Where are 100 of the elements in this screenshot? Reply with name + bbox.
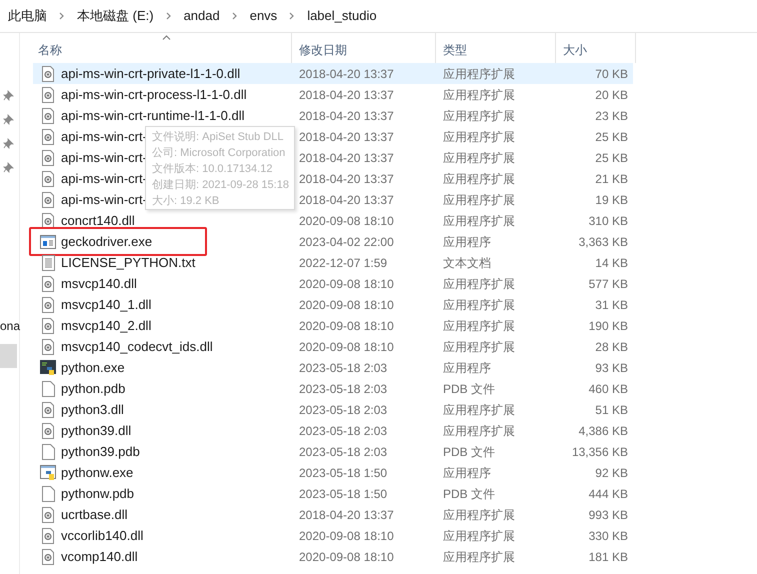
breadcrumb-item[interactable]: 本地磁盘 (E:) (77, 6, 154, 26)
file-name: python.pdb (61, 380, 126, 398)
file-name: api-ms-win-crt- (61, 148, 147, 167)
file-type: 应用程序扩展 (442, 212, 516, 230)
modified-date: 2018-04-20 13:37 (298, 128, 395, 146)
modified-date: 2020-09-08 18:10 (298, 528, 395, 544)
file-size: 20 KB (594, 86, 628, 104)
modified-date: 2020-09-08 18:10 (298, 318, 395, 334)
chevron-icon (232, 12, 238, 20)
file-name: msvcp140_1.dll (61, 296, 152, 314)
settings-file-icon (41, 338, 55, 354)
breadcrumb-item[interactable]: 此电脑 (8, 6, 47, 26)
modified-date: 2023-05-18 2:03 (298, 444, 388, 460)
file-type: PDB 文件 (442, 444, 496, 460)
modified-date: 2023-05-18 1:50 (298, 464, 388, 482)
file-type: 应用程序扩展 (442, 548, 516, 566)
file-row[interactable]: api-ms-win-crt-private-l1-1-0.dll 2018-04-20 13:37 应用程序扩展 70 KB (33, 63, 633, 84)
file-type: 应用程序扩展 (442, 150, 516, 166)
file-type: 应用程序扩展 (442, 338, 516, 356)
file-type: 应用程序扩展 (442, 402, 516, 418)
file-size: 13,356 KB (570, 444, 628, 460)
settings-file-icon (41, 86, 55, 102)
pin-icon[interactable] (3, 90, 14, 101)
file-name: python.exe (61, 358, 125, 377)
file-name: api-ms-win-crt-private-l1-1-0.dll (61, 64, 240, 83)
tooltip-line: 公司: Microsoft Corporation (152, 146, 286, 161)
breadcrumb-item[interactable]: label_studio (307, 6, 377, 26)
file-name: python39.dll (61, 422, 132, 440)
file-type: 应用程序 (442, 464, 492, 482)
modified-date: 2023-05-18 2:03 (298, 380, 388, 398)
pin-icon[interactable] (3, 138, 14, 149)
file-type: 应用程序扩展 (442, 86, 516, 104)
file-type: PDB 文件 (442, 380, 496, 398)
window-icon (40, 234, 56, 248)
file-name: LICENSE_PYTHON.txt (61, 254, 196, 272)
python-app-icon (40, 360, 56, 376)
file-type: 应用程序扩展 (442, 108, 516, 124)
settings-file-icon (41, 128, 55, 144)
modified-date: 2023-05-18 2:03 (298, 360, 388, 376)
file-type: 应用程序扩展 (442, 170, 516, 188)
file-type: 应用程序扩展 (442, 528, 516, 544)
file-name: msvcp140_codecvt_ids.dll (61, 338, 213, 356)
file-type: 应用程序扩展 (442, 422, 516, 440)
file-name: ucrtbase.dll (61, 506, 128, 524)
file-size: 25 KB (594, 128, 628, 146)
file-size: 92 KB (594, 464, 628, 482)
blank-file-icon (42, 444, 54, 460)
file-type: 应用程序扩展 (442, 276, 516, 292)
file-size: 70 KB (594, 66, 628, 82)
file-type: 应用程序扩展 (442, 318, 516, 334)
file-size: 25 KB (594, 150, 628, 166)
file-name: geckodriver.exe (61, 232, 152, 251)
settings-file-icon (41, 150, 55, 166)
settings-file-icon (41, 548, 55, 564)
sort-icon (162, 35, 171, 40)
nav-selection (0, 344, 17, 368)
tooltip-line: 创建日期: 2021-09-28 15:18 (152, 178, 289, 193)
settings-file-icon (41, 170, 55, 186)
pin-icon[interactable] (3, 162, 14, 173)
modified-date: 2022-12-07 1:59 (298, 254, 388, 272)
blank-file-icon (42, 380, 54, 396)
settings-file-icon (41, 402, 55, 418)
file-name: api-ms-win-crt-runtime-l1-1-0.dll (61, 106, 244, 125)
breadcrumb-item[interactable]: envs (250, 6, 278, 26)
nav-item[interactable]: ona (0, 317, 20, 335)
tooltip-line: 文件说明: ApiSet Stub DLL (152, 130, 284, 145)
modified-date: 2023-05-18 2:03 (298, 402, 388, 418)
file-size: 23 KB (594, 108, 628, 124)
file-type: 应用程序扩展 (442, 506, 516, 524)
file-name: vccorlib140.dll (61, 526, 144, 545)
file-type: PDB 文件 (442, 486, 496, 502)
modified-date: 2020-09-08 18:10 (298, 338, 395, 356)
modified-date: 2018-04-20 13:37 (298, 86, 395, 104)
file-name: pythonw.exe (61, 464, 134, 482)
file-size: 31 KB (594, 296, 628, 314)
settings-file-icon (41, 66, 55, 82)
modified-date: 2018-04-20 13:37 (298, 108, 395, 124)
text-file-icon (42, 254, 54, 270)
file-name: vcomp140.dll (61, 548, 138, 566)
settings-file-icon (41, 528, 55, 544)
file-size: 444 KB (588, 486, 628, 502)
file-size: 310 KB (588, 212, 628, 230)
settings-file-icon (41, 506, 55, 522)
breadcrumb-item[interactable]: andad (184, 6, 220, 26)
pin-icon[interactable] (3, 114, 14, 125)
file-size: 93 KB (594, 360, 628, 376)
tooltip-line: 文件版本: 10.0.17134.12 (152, 162, 272, 177)
file-name: api-ms-win-crt- (61, 128, 147, 146)
file-name: pythonw.pdb (61, 484, 134, 503)
file-name: msvcp140_2.dll (61, 316, 152, 335)
file-size: 14 KB (594, 254, 628, 272)
file-type: 应用程序扩展 (442, 66, 516, 82)
file-size: 28 KB (594, 338, 628, 356)
file-name: api-ms-win-crt- (61, 190, 147, 209)
settings-file-icon (41, 276, 55, 292)
settings-file-icon (41, 192, 55, 208)
file-size: 190 KB (588, 318, 628, 334)
modified-date: 2020-09-08 18:10 (298, 296, 395, 314)
chevron-icon (166, 12, 172, 20)
blank-file-icon (42, 486, 54, 502)
